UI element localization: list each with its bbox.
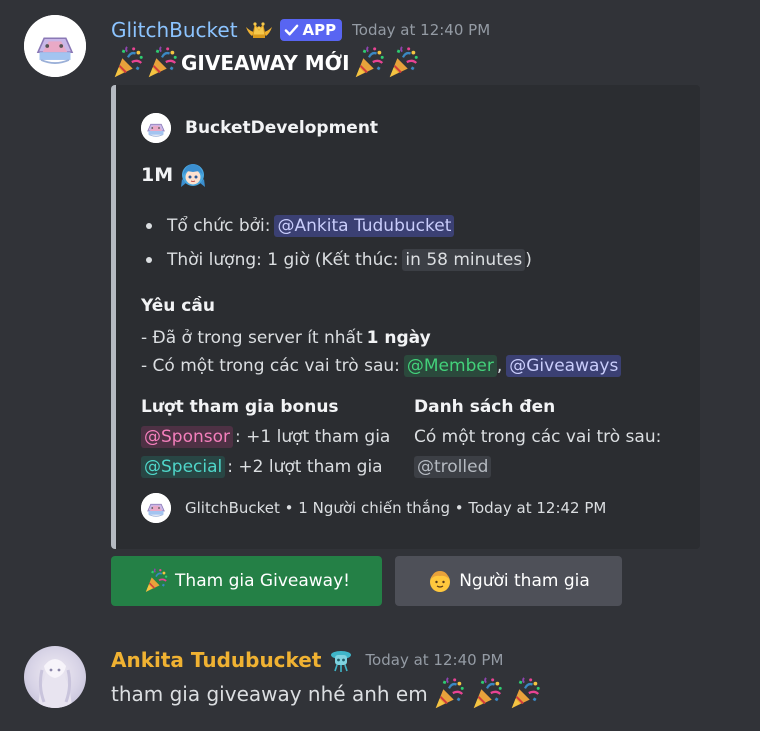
role-mention-giveaways[interactable]: @Giveaways <box>506 355 622 377</box>
giveaway-details: Tổ chức bởi: @Ankita Tudubucket Thời lượ… <box>141 209 532 277</box>
host-mention[interactable]: @Ankita Tudubucket <box>274 215 455 237</box>
embed-author-name[interactable]: BucketDevelopment <box>185 118 378 138</box>
participants-button-label: Người tham gia <box>459 571 590 591</box>
requirement-value: 1 ngày <box>366 328 431 348</box>
message-timestamp[interactable]: Today at 12:40 PM <box>352 21 490 39</box>
field-title: Lượt tham gia bonus <box>141 397 339 417</box>
person-emoji-icon <box>427 568 453 594</box>
bonus-text: : +1 lượt tham gia <box>235 427 391 447</box>
requirements-heading: Yêu cầu <box>141 296 215 316</box>
giveaway-embed: BucketDevelopment 1M Tổ chức bởi: @Ankit… <box>111 85 700 549</box>
join-giveaway-button[interactable]: Tham gia Giveaway! <box>111 556 382 606</box>
party-popper-icon <box>145 46 179 80</box>
requirement-text: - Đã ở trong server ít nhất <box>141 328 363 348</box>
message-text: GIVEAWAY MỚI <box>181 51 350 75</box>
requirement-server-age: - Đã ở trong server ít nhất 1 ngày <box>141 324 431 352</box>
party-popper-icon <box>432 677 466 711</box>
crown-wings-icon <box>244 17 274 43</box>
author-avatar <box>141 113 171 143</box>
bot-avatar[interactable] <box>24 15 86 77</box>
embed-author: BucketDevelopment <box>141 113 378 143</box>
footer-avatar <box>141 493 171 523</box>
bucket-logo-icon <box>24 15 86 77</box>
host-label: Tổ chức bởi: <box>167 216 271 236</box>
bonus-entries-field: Lượt tham gia bonus @Sponsor : +1 lượt t… <box>141 393 411 481</box>
blacklist-role-line: @trolled <box>414 453 684 481</box>
bullet-dot <box>146 257 152 263</box>
duration-close: ) <box>525 250 532 270</box>
party-popper-icon <box>470 677 504 711</box>
robot-role-icon <box>327 647 355 673</box>
embed-title: 1M <box>141 161 207 189</box>
app-badge: APP <box>279 19 343 41</box>
embed-footer: GlitchBucket • 1 Người chiến thắng • Tod… <box>141 493 606 523</box>
relative-timestamp[interactable]: in 58 minutes <box>402 249 526 271</box>
duration-label: Thời lượng: 1 giờ (Kết thúc: <box>167 250 399 270</box>
user-avatar[interactable] <box>24 646 86 708</box>
list-item: Thời lượng: 1 giờ (Kết thúc: in 58 minut… <box>141 243 532 277</box>
bucket-logo-icon <box>141 493 171 523</box>
message-content: GIVEAWAY MỚI <box>111 44 420 82</box>
requirement-text: - Có một trong các vai trò sau: <box>141 356 400 376</box>
message-header: GlitchBucket APP Today at 12:40 PM <box>111 15 490 45</box>
list-item: Tổ chức bởi: @Ankita Tudubucket <box>141 209 532 243</box>
check-icon <box>284 23 299 38</box>
bucket-logo-icon <box>141 113 171 143</box>
party-popper-icon <box>508 677 542 711</box>
field-title: Danh sách đen <box>414 397 556 417</box>
bonus-line: @Sponsor : +1 lượt tham gia <box>141 423 411 451</box>
username[interactable]: Ankita Tudubucket <box>111 648 321 672</box>
role-mention-member[interactable]: @Member <box>403 355 497 377</box>
prize-title: 1M <box>141 164 174 186</box>
message-timestamp[interactable]: Today at 12:40 PM <box>365 651 503 669</box>
chat-view: GlitchBucket APP Today at 12:40 PM GIVEA… <box>0 0 760 731</box>
footer-text: GlitchBucket • 1 Người chiến thắng • Tod… <box>185 499 607 517</box>
party-popper-icon <box>386 46 420 80</box>
blacklist-field: Danh sách đen Có một trong các vai trò s… <box>414 393 684 481</box>
username[interactable]: GlitchBucket <box>111 18 238 42</box>
app-badge-label: APP <box>302 21 337 39</box>
anime-girl-emoji-icon <box>179 161 207 189</box>
party-popper-icon <box>352 46 386 80</box>
message-header: Ankita Tudubucket Today at 12:40 PM <box>111 645 503 675</box>
join-button-label: Tham gia Giveaway! <box>175 571 350 591</box>
role-mention-special[interactable]: @Special <box>141 456 226 478</box>
bonus-line: @Special : +2 lượt tham gia <box>141 453 411 481</box>
user-avatar-image <box>38 659 72 708</box>
message-content: tham gia giveaway nhé anh em <box>111 676 542 712</box>
participants-button[interactable]: Người tham gia <box>395 556 622 606</box>
role-mention-sponsor[interactable]: @Sponsor <box>141 426 234 448</box>
bullet-dot <box>146 223 152 229</box>
party-popper-icon <box>111 46 145 80</box>
bonus-text: : +2 lượt tham gia <box>227 457 383 477</box>
message-text: tham gia giveaway nhé anh em <box>111 682 428 706</box>
blacklist-text: Có một trong các vai trò sau: <box>414 427 662 447</box>
role-mention-trolled[interactable]: @trolled <box>414 456 492 478</box>
separator: , <box>496 356 503 376</box>
party-popper-icon <box>143 568 169 594</box>
requirement-roles: - Có một trong các vai trò sau: @Member … <box>141 352 622 380</box>
